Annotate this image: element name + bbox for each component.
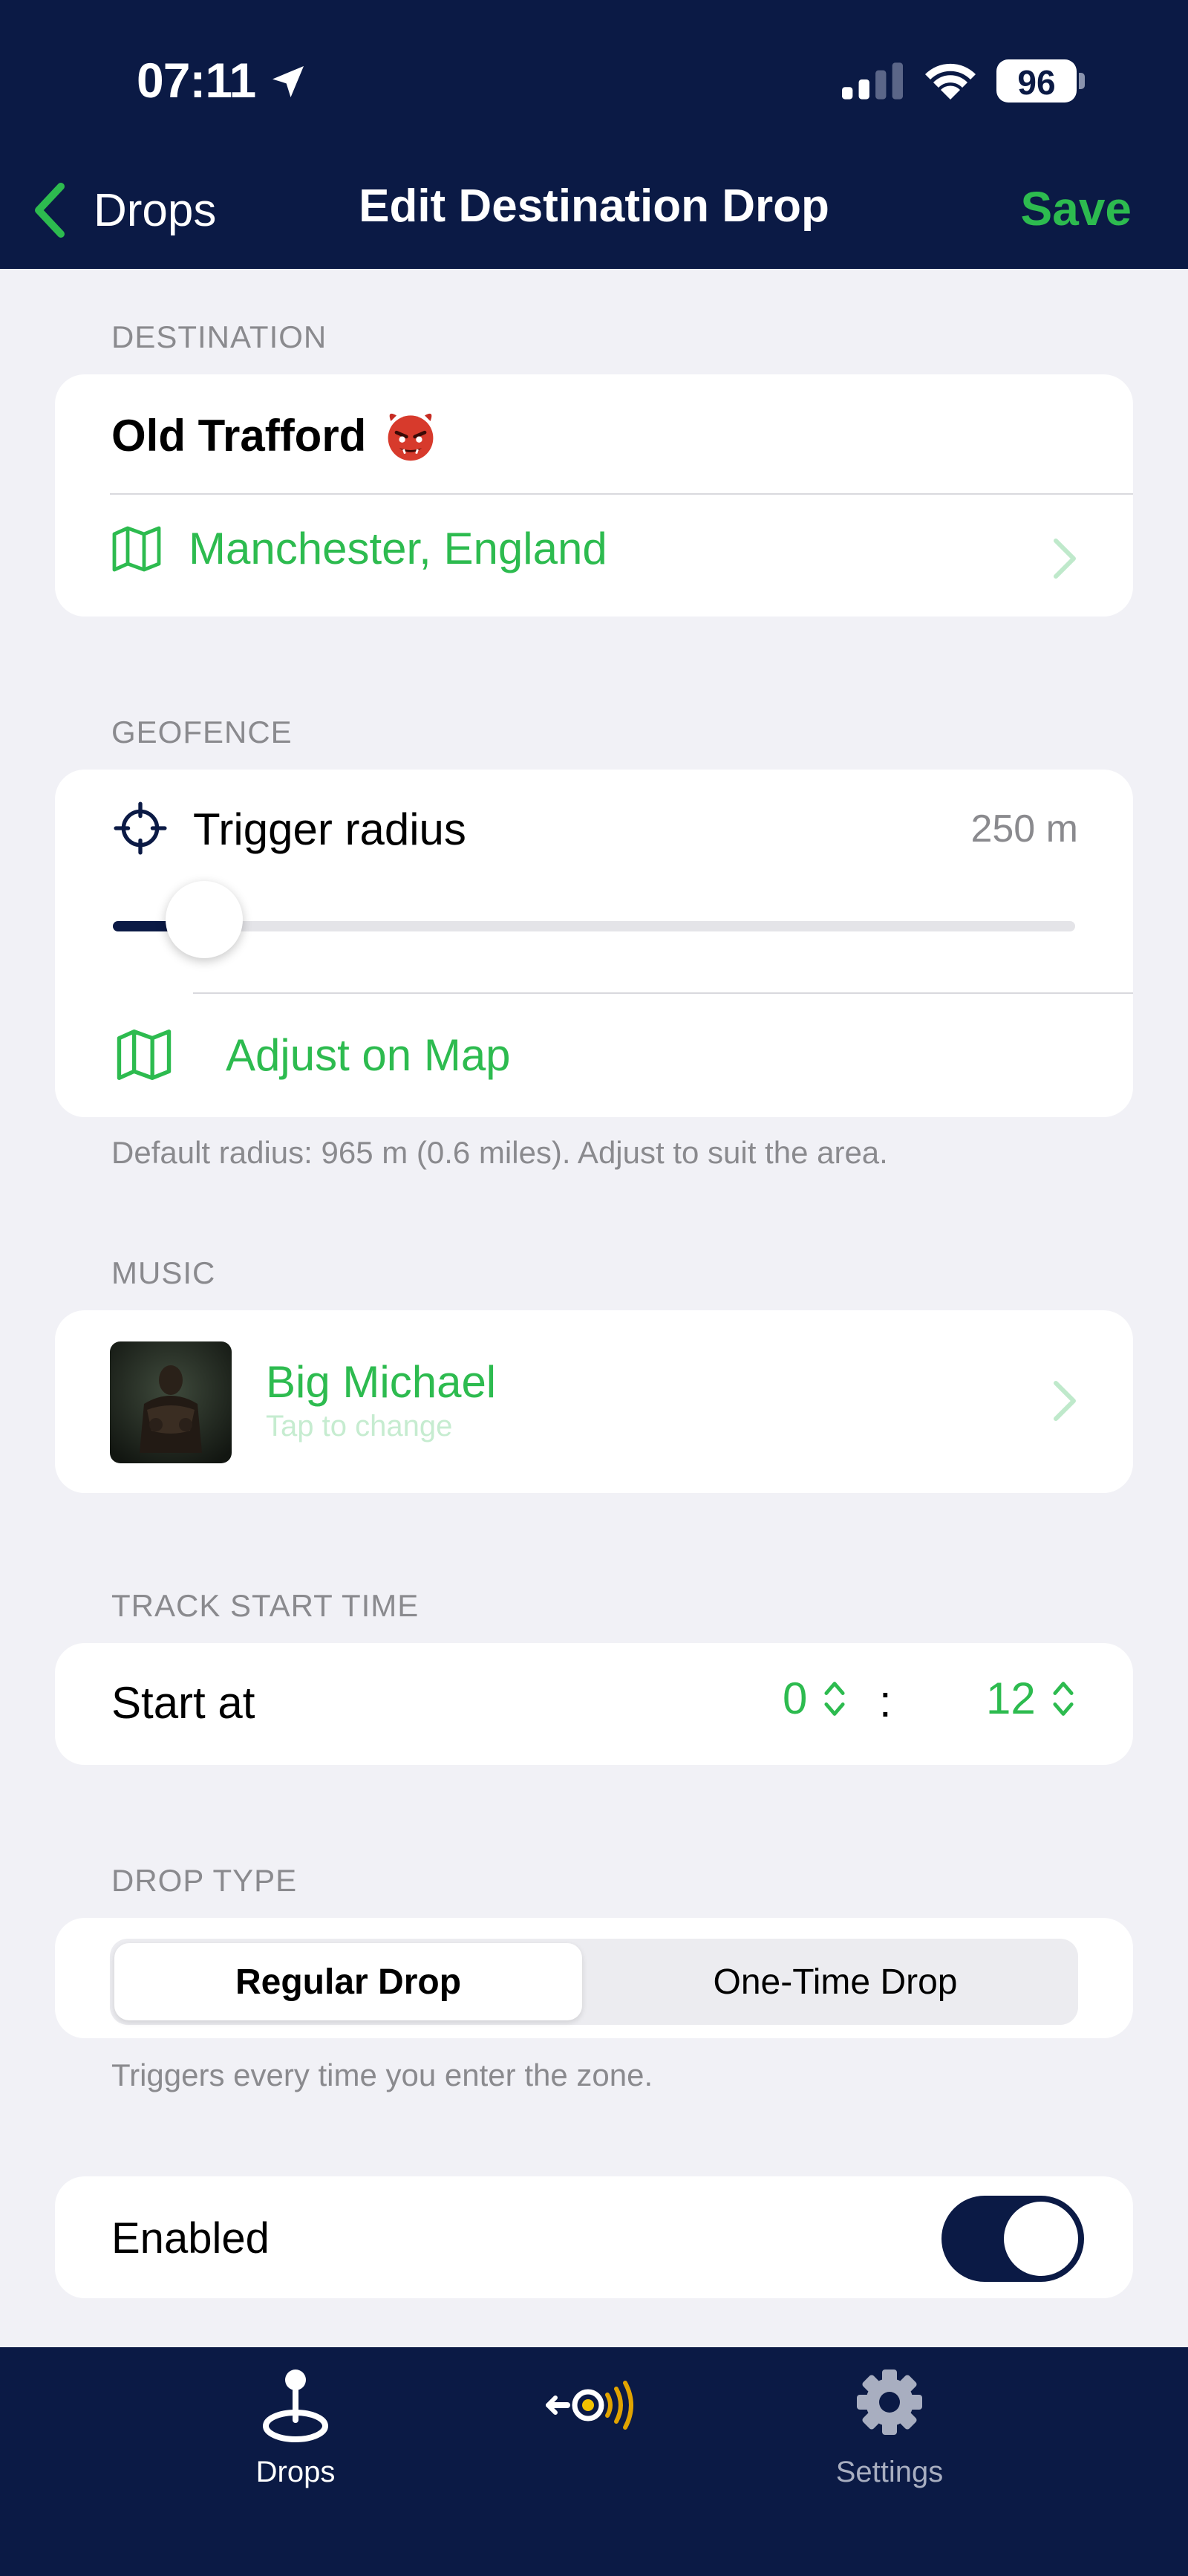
segment-regular-drop[interactable]: Regular Drop — [114, 1943, 582, 2020]
tab-home-logo[interactable] — [497, 2347, 691, 2518]
chevron-up-down-icon — [1053, 1681, 1074, 1716]
drop-type-header: DROP TYPE — [111, 1863, 298, 1898]
destination-name: Old Trafford — [111, 410, 367, 461]
drop-type-card: Regular Drop One-Time Drop — [55, 1918, 1133, 2038]
enabled-toggle[interactable] — [941, 2196, 1084, 2282]
seconds-picker[interactable]: 12 — [986, 1673, 1076, 1724]
music-header: MUSIC — [111, 1255, 216, 1290]
seconds-value: 12 — [986, 1674, 1036, 1723]
drop-type-note: Triggers every time you enter the zone. — [111, 2058, 653, 2092]
tab-settings[interactable]: Settings — [793, 2347, 986, 2518]
tab-drops[interactable]: Drops — [199, 2347, 392, 2518]
chevron-right-icon — [1054, 1381, 1076, 1421]
top-bar: 07:11 96 Drops Edit Destination Drop Sav… — [0, 0, 1188, 269]
geofence-note: Default radius: 965 m (0.6 miles). Adjus… — [111, 1135, 888, 1170]
status-time: 07:11 — [137, 53, 256, 108]
gear-icon — [857, 2370, 922, 2435]
save-button[interactable]: Save — [1021, 181, 1132, 236]
destination-header: DESTINATION — [111, 319, 327, 354]
back-label: Drops — [94, 184, 217, 236]
crosshair-icon — [114, 801, 167, 855]
map-icon — [117, 1030, 172, 1080]
map-icon — [112, 526, 161, 571]
location-arrow-icon — [272, 66, 304, 97]
geofence-header: GEOFENCE — [111, 715, 293, 749]
album-artwork — [110, 1341, 232, 1463]
enabled-card: Enabled — [55, 2176, 1133, 2298]
tab-settings-label: Settings — [835, 2456, 944, 2488]
tab-bar: Drops Settings — [0, 2347, 1188, 2576]
back-button[interactable]: Drops — [33, 177, 216, 244]
adjust-on-map-row[interactable]: Adjust on Map — [116, 1028, 511, 1082]
radar-logo-icon — [546, 2381, 633, 2430]
minutes-picker[interactable]: 0 — [783, 1673, 847, 1724]
radius-slider-track[interactable] — [113, 921, 1075, 931]
destination-location-row[interactable]: Manchester, England — [111, 523, 607, 574]
devil-emoji-icon — [388, 413, 434, 461]
time-separator: : — [879, 1676, 892, 1726]
wifi-icon — [925, 63, 976, 100]
radius-slider-thumb[interactable] — [165, 881, 243, 958]
destination-name-row[interactable]: Old Trafford — [111, 407, 439, 464]
chevron-right-icon — [1054, 539, 1076, 579]
segment-one-time-drop[interactable]: One-Time Drop — [593, 1939, 1078, 2025]
trigger-radius-value: 250 m — [970, 807, 1078, 850]
destination-location: Manchester, England — [189, 524, 607, 573]
battery-indicator: 96 — [996, 59, 1086, 103]
start-at-label: Start at — [111, 1678, 255, 1728]
cellular-signal-icon — [842, 62, 903, 100]
enabled-label: Enabled — [111, 2214, 270, 2263]
chevron-up-down-icon — [824, 1681, 845, 1716]
geofence-card: Trigger radius 250 m Adjust on Map — [55, 770, 1133, 1117]
album-art-image — [110, 1341, 232, 1463]
music-change-hint: Tap to change — [266, 1410, 453, 1443]
destination-card: Old Trafford Manchester, England — [55, 374, 1133, 617]
track-start-card: Start at 0 : 12 — [55, 1643, 1133, 1765]
music-card[interactable]: Big Michael Tap to change — [55, 1310, 1133, 1493]
music-track-title: Big Michael — [266, 1357, 497, 1407]
toggle-knob — [1004, 2202, 1078, 2276]
tab-drops-label: Drops — [255, 2456, 336, 2488]
drop-type-segmented-control: Regular Drop One-Time Drop — [110, 1939, 1078, 2025]
adjust-on-map-label: Adjust on Map — [226, 1030, 511, 1080]
battery-level: 96 — [1017, 63, 1056, 102]
pin-drop-icon — [263, 2370, 328, 2442]
track-start-header: TRACK START TIME — [111, 1588, 420, 1623]
minutes-value: 0 — [783, 1674, 808, 1723]
trigger-radius-label: Trigger radius — [193, 804, 466, 854]
chevron-left-icon — [35, 183, 65, 238]
